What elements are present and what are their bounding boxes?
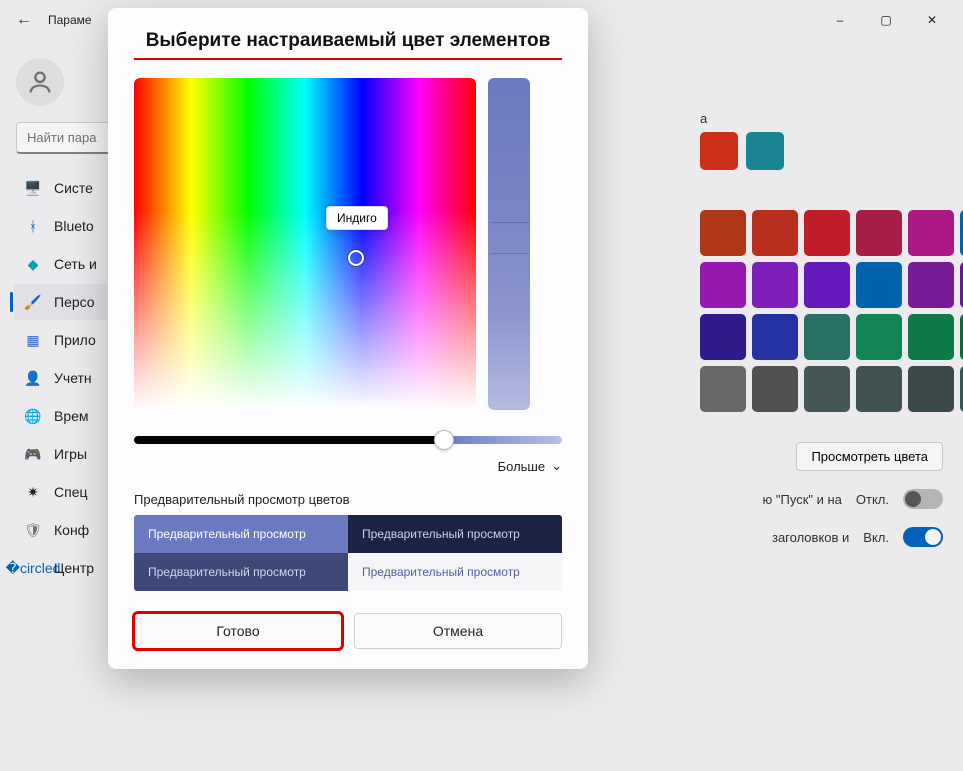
color-picker-dialog: Выберите настраиваемый цвет элементов Ин… [108,8,588,669]
picker-cursor[interactable] [348,250,364,266]
done-button[interactable]: Готово [134,613,342,649]
more-toggle[interactable]: Больше ⌄ [134,458,562,474]
preview-section-label: Предварительный просмотр цветов [134,492,562,507]
preview-grid: Предварительный просмотр Предварительный… [134,515,562,591]
dialog-title: Выберите настраиваемый цвет элементов [134,30,562,60]
preview-tile-4: Предварительный просмотр [348,553,562,591]
lightness-slider[interactable] [134,436,562,444]
hue-saturation-picker[interactable]: Индиго [134,78,476,410]
cancel-button[interactable]: Отмена [354,613,562,649]
preview-tile-3: Предварительный просмотр [134,553,348,591]
preview-tile-1: Предварительный просмотр [134,515,348,553]
slider-thumb[interactable] [434,430,454,450]
dialog-backdrop: Выберите настраиваемый цвет элементов Ин… [0,0,963,771]
preview-tile-2: Предварительный просмотр [348,515,562,553]
more-label: Больше [498,459,546,474]
chevron-down-icon: ⌄ [551,458,562,474]
value-strip[interactable] [488,78,530,410]
color-name-tooltip: Индиго [326,206,388,230]
